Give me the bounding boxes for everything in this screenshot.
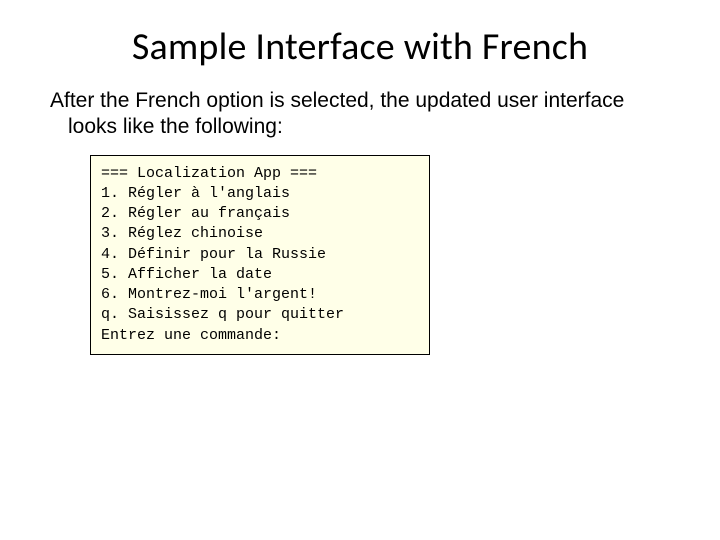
slide-body-text: After the French option is selected, the…: [18, 70, 720, 141]
console-line: 2. Régler au français: [101, 205, 290, 222]
console-line: q. Saisissez q pour quitter: [101, 306, 344, 323]
console-line: 6. Montrez-moi l'argent!: [101, 286, 317, 303]
slide: Sample Interface with French After the F…: [0, 0, 720, 540]
console-line: 1. Régler à l'anglais: [101, 185, 290, 202]
console-line: 4. Définir pour la Russie: [101, 246, 326, 263]
slide-title: Sample Interface with French: [0, 0, 720, 70]
console-output: === Localization App === 1. Régler à l'a…: [90, 155, 430, 355]
console-line: 3. Réglez chinoise: [101, 225, 263, 242]
console-line: 5. Afficher la date: [101, 266, 272, 283]
console-header: === Localization App ===: [101, 165, 317, 182]
console-prompt: Entrez une commande:: [101, 327, 281, 344]
